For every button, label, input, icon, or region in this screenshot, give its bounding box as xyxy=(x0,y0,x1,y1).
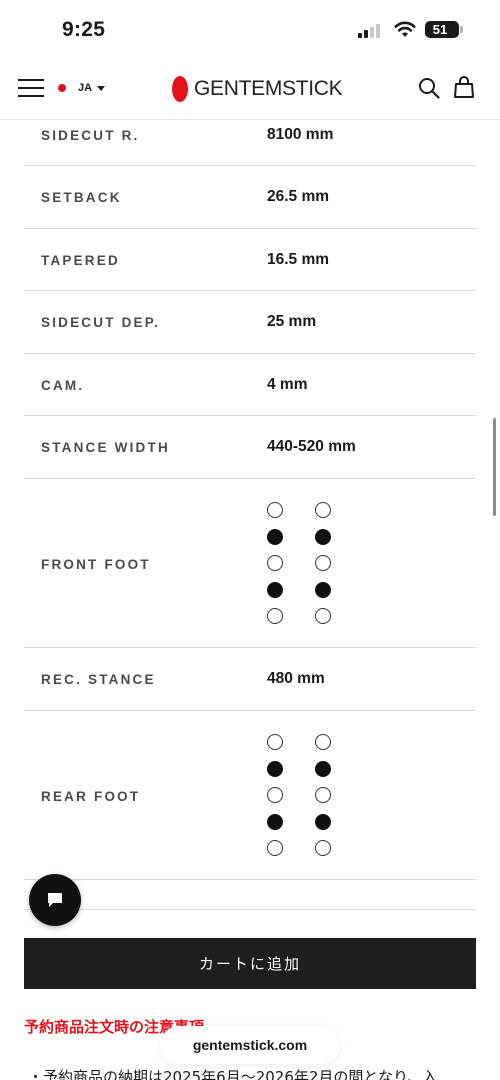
spec-value: 25 mm xyxy=(267,313,317,330)
mount-hole-empty xyxy=(267,608,283,624)
spec-label: FRONT FOOT xyxy=(41,557,151,572)
chat-button[interactable] xyxy=(29,874,81,926)
search-icon[interactable] xyxy=(418,77,440,99)
mount-hole-empty xyxy=(315,502,331,518)
spec-row-front-foot: FRONT FOOT xyxy=(24,479,476,648)
mount-hole-empty xyxy=(315,840,331,856)
front-foot-mount-diagram xyxy=(267,502,331,624)
mount-hole-empty xyxy=(267,840,283,856)
status-time: 9:25 xyxy=(62,18,106,41)
browser-url-bar[interactable]: gentemstick.com xyxy=(160,1026,340,1064)
spec-value: 440-520 mm xyxy=(267,438,356,455)
signal-icon xyxy=(358,24,384,38)
mount-hole-filled xyxy=(267,760,283,777)
language-label: JA xyxy=(78,82,93,94)
mount-hole-empty xyxy=(315,608,331,624)
spec-row-sidecut-dep: SIDECUT DEP. 25 mm xyxy=(24,291,476,354)
site-logo[interactable]: GENTEMSTICK xyxy=(172,75,343,103)
mount-hole-empty xyxy=(315,734,331,750)
spec-row-cam: CAM. 4 mm xyxy=(24,354,476,416)
language-selector[interactable]: JA xyxy=(58,79,106,97)
mount-hole-empty xyxy=(267,502,283,518)
spec-value: 480 mm xyxy=(267,670,325,687)
mount-hole-filled xyxy=(267,813,283,830)
preorder-notice-text: ・予約商品の納期は2025年6月〜2026年2月の間となり、入 xyxy=(28,1068,438,1080)
mount-hole-filled xyxy=(315,581,331,598)
spec-table: SIDECUT R. 8100 mm SETBACK 26.5 mm TAPER… xyxy=(24,104,476,910)
spec-label: STANCE WIDTH xyxy=(41,440,170,455)
status-bar: 9:25 51 xyxy=(0,0,500,58)
spec-value: 26.5 mm xyxy=(267,188,330,205)
spec-label: CAM. xyxy=(41,378,85,393)
spec-label: SIDECUT DEP. xyxy=(41,315,161,330)
bag-icon[interactable] xyxy=(453,75,475,99)
mount-hole-filled xyxy=(315,760,331,777)
scrollbar-thumb[interactable] xyxy=(493,418,496,516)
spec-row-stance-width: STANCE WIDTH 440-520 mm xyxy=(24,416,476,479)
mount-hole-filled xyxy=(267,581,283,598)
mount-hole-empty xyxy=(267,734,283,750)
spec-value: 16.5 mm xyxy=(267,251,330,268)
mount-hole-filled xyxy=(267,528,283,545)
spec-row-rear-foot: REAR FOOT xyxy=(24,711,476,880)
chat-icon xyxy=(48,893,62,907)
spec-label: SETBACK xyxy=(41,190,122,205)
spec-row-empty xyxy=(24,880,476,910)
spec-row-sidecut-r: SIDECUT R. 8100 mm xyxy=(24,104,476,166)
battery-level: 51 xyxy=(432,22,448,37)
mount-hole-empty xyxy=(315,555,331,571)
mount-hole-empty xyxy=(267,555,283,571)
spec-label: SIDECUT R. xyxy=(41,128,140,143)
spec-value: 8100 mm xyxy=(267,126,334,143)
japan-flag-icon xyxy=(58,84,66,92)
rear-foot-mount-diagram xyxy=(267,734,331,856)
mount-hole-filled xyxy=(315,813,331,830)
spec-row-rec-stance: REC. STANCE 480 mm xyxy=(24,648,476,711)
battery-icon: 51 xyxy=(425,21,459,38)
chevron-down-icon xyxy=(97,85,106,91)
spec-label: TAPERED xyxy=(41,253,120,268)
logo-mark-icon xyxy=(172,76,188,102)
spec-row-setback: SETBACK 26.5 mm xyxy=(24,166,476,229)
add-to-cart-button[interactable]: カートに追加 xyxy=(24,938,476,989)
spec-label: REC. STANCE xyxy=(41,672,156,687)
mount-hole-empty xyxy=(315,787,331,803)
mount-hole-empty xyxy=(267,787,283,803)
wifi-icon xyxy=(394,21,416,37)
mount-hole-filled xyxy=(315,528,331,545)
battery-cap xyxy=(460,26,463,33)
spec-label: REAR FOOT xyxy=(41,789,141,804)
logo-text: GENTEMSTICK xyxy=(194,77,343,100)
spec-value: 4 mm xyxy=(267,376,308,393)
spec-row-tapered: TAPERED 16.5 mm xyxy=(24,229,476,291)
menu-icon[interactable] xyxy=(18,78,44,98)
